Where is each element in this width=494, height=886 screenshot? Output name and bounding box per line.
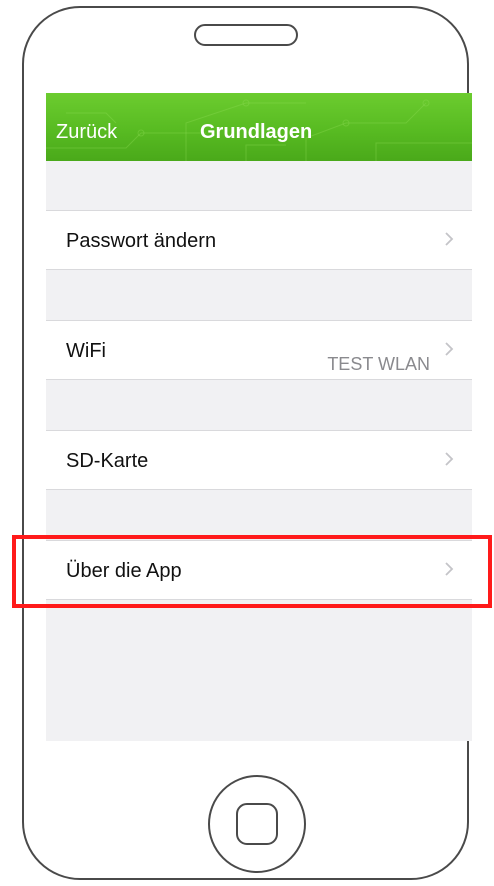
settings-item-label: WiFi — [66, 340, 106, 362]
settings-item-sd-card[interactable]: SD-Karte — [46, 430, 472, 490]
settings-item-password[interactable]: Passwort ändern — [46, 210, 472, 270]
home-button[interactable] — [208, 775, 306, 873]
app-screen: Zurück Grundlagen Passwort ändern WiFi T… — [46, 93, 472, 741]
back-button[interactable]: Zurück — [56, 120, 117, 144]
wifi-network-value: TEST WLAN — [327, 354, 430, 374]
chevron-right-icon — [445, 342, 454, 356]
page-title: Grundlagen — [200, 121, 313, 143]
chevron-right-icon — [445, 232, 454, 246]
speaker-grille — [194, 24, 298, 46]
highlight-box — [12, 535, 492, 608]
chevron-right-icon — [445, 452, 454, 466]
home-button-icon — [236, 803, 278, 845]
settings-item-label: SD-Karte — [66, 450, 149, 472]
settings-item-wifi[interactable]: WiFi TEST WLAN — [46, 320, 472, 380]
settings-item-label: Passwort ändern — [66, 230, 217, 252]
navigation-bar: Zurück Grundlagen — [46, 93, 472, 161]
